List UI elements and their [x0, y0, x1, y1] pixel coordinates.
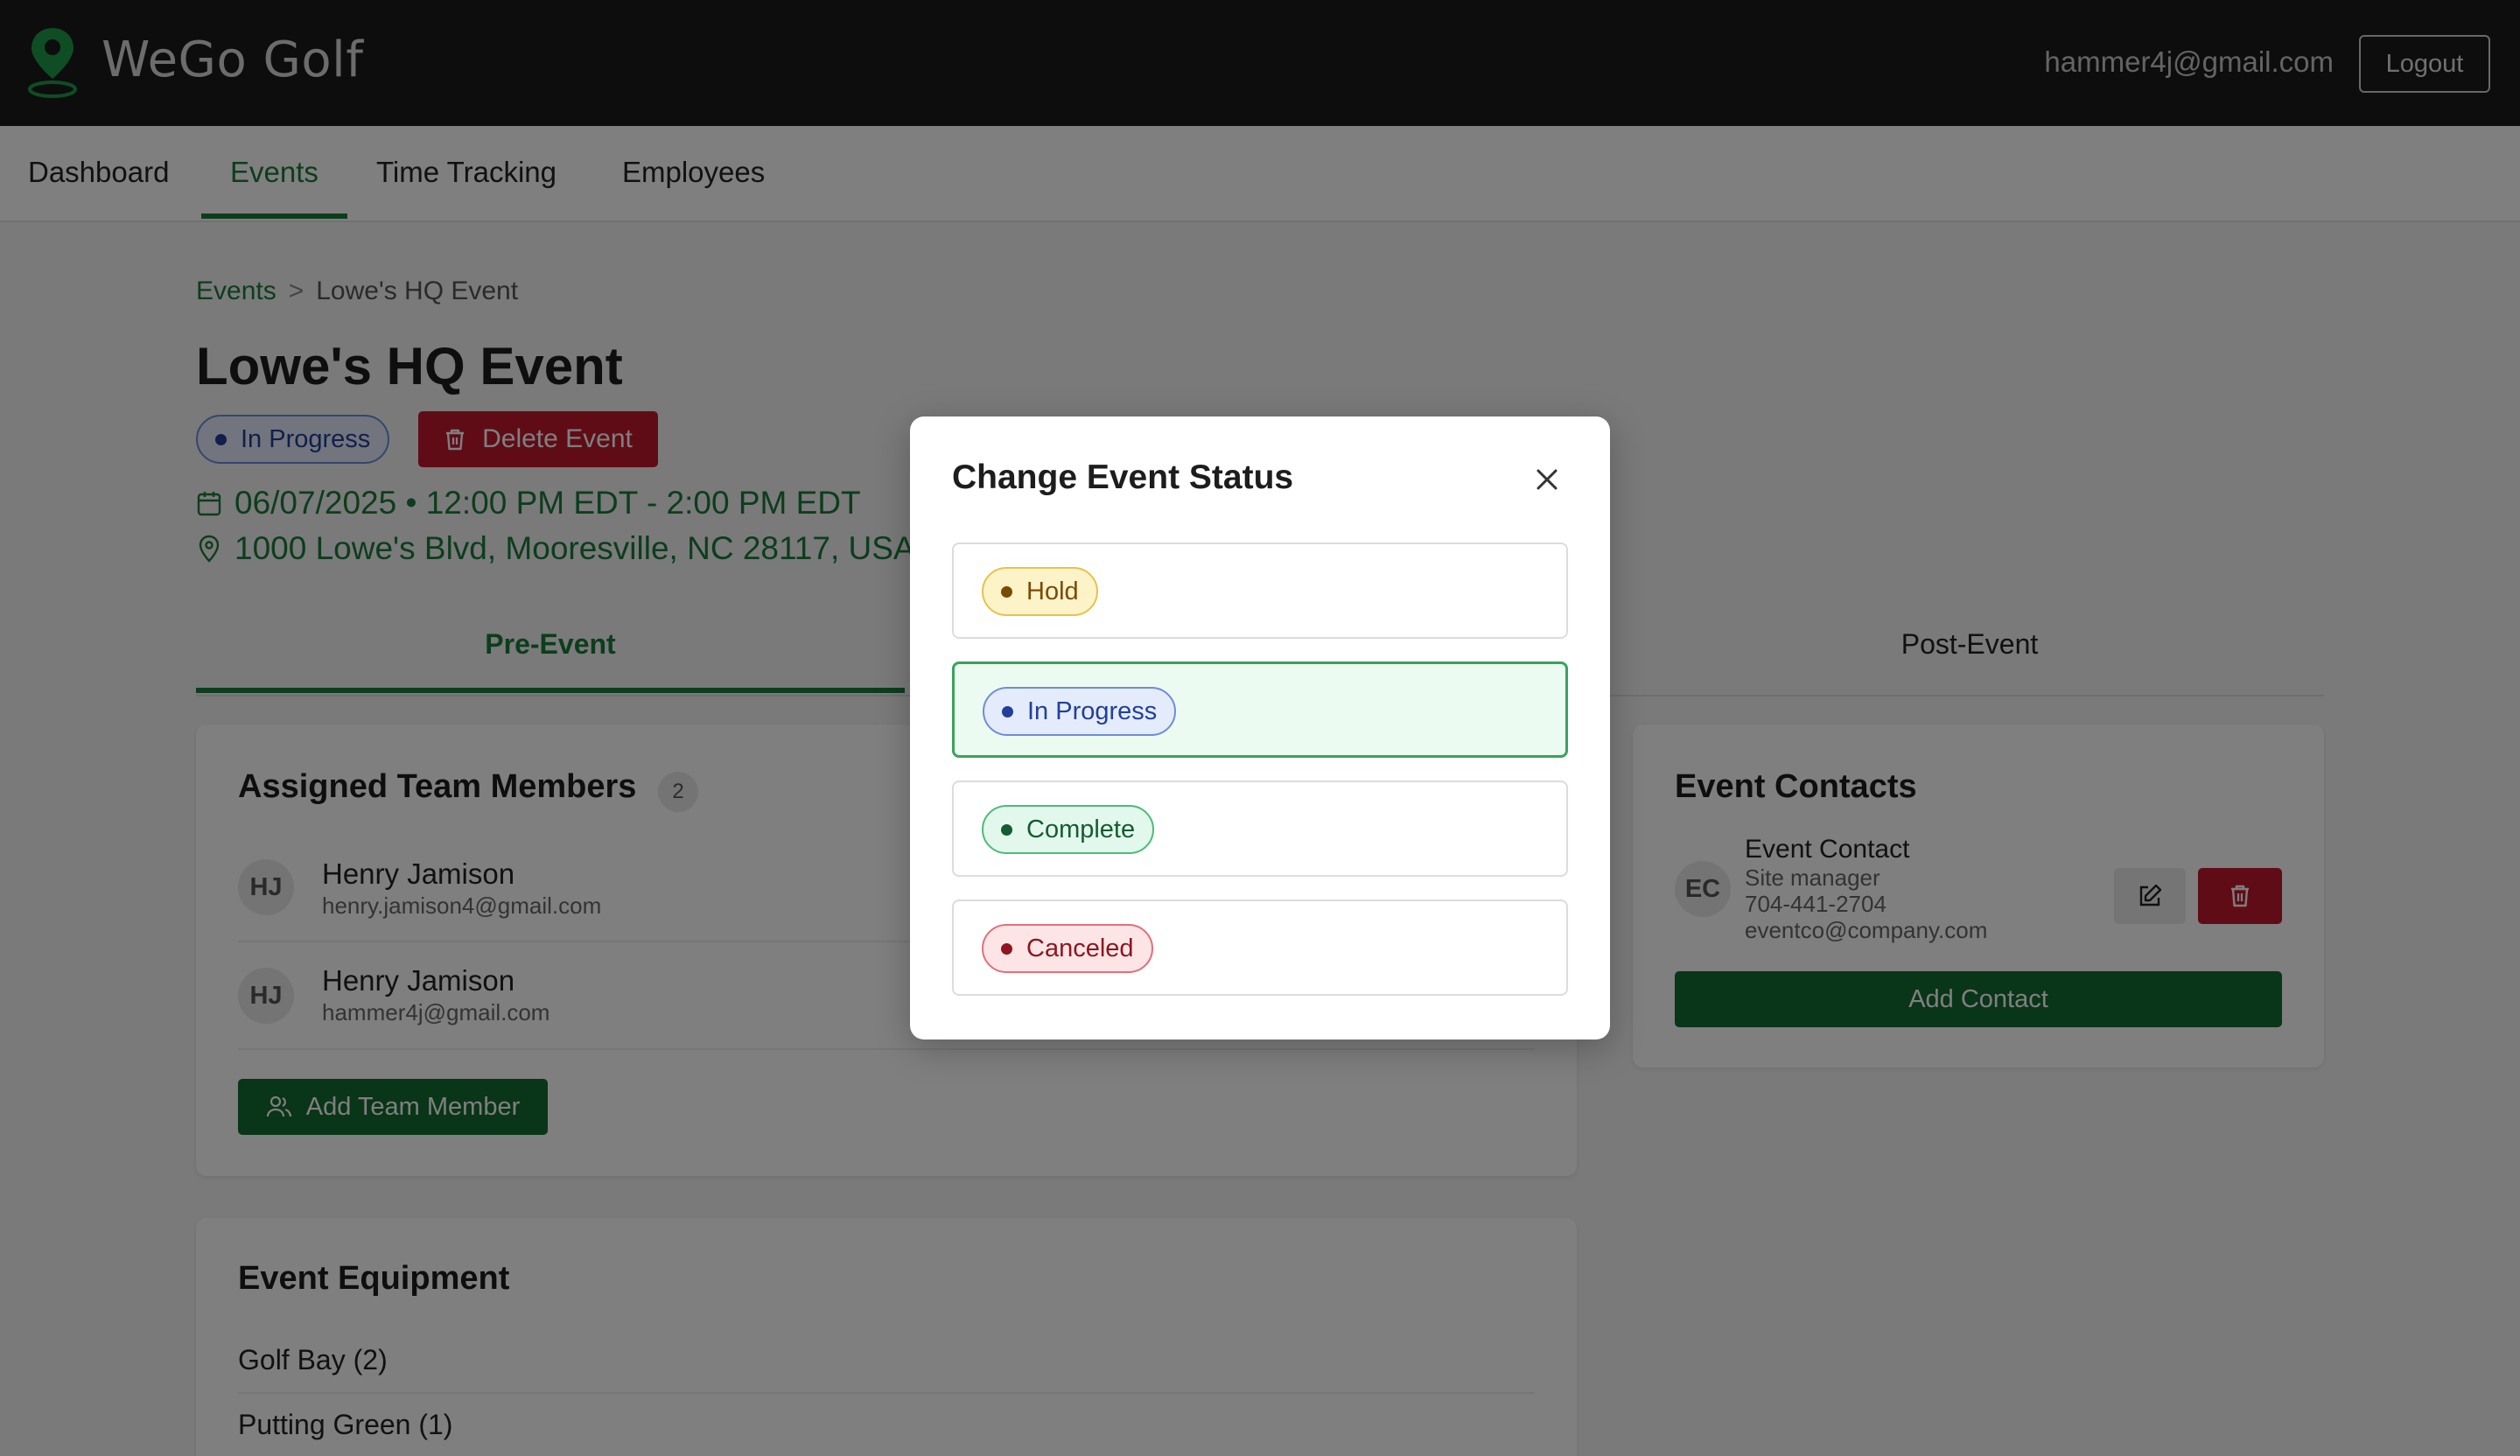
status-option-label: Hold: [1026, 577, 1079, 606]
status-pill: Hold: [982, 567, 1098, 616]
status-pill: Complete: [982, 805, 1155, 854]
status-pill: In Progress: [983, 687, 1177, 736]
status-option-hold[interactable]: Hold: [952, 542, 1568, 639]
status-dot-icon: [1002, 705, 1013, 718]
status-option-complete[interactable]: Complete: [952, 780, 1568, 877]
close-icon: [1536, 469, 1558, 490]
status-option-label: In Progress: [1027, 696, 1158, 725]
status-option-label: Canceled: [1026, 934, 1134, 962]
modal-title: Change Event Status: [952, 458, 1294, 496]
change-status-modal: Change Event Status Hold In Progress Com…: [910, 416, 1610, 1040]
modal-close-button[interactable]: [1528, 460, 1566, 499]
status-option-canceled[interactable]: Canceled: [952, 900, 1568, 996]
status-option-in-progress[interactable]: In Progress: [952, 662, 1568, 758]
status-option-label: Complete: [1026, 815, 1136, 844]
status-dot-icon: [1001, 585, 1012, 598]
status-dot-icon: [1001, 942, 1012, 955]
status-dot-icon: [1001, 823, 1012, 836]
status-pill: Canceled: [982, 924, 1153, 973]
